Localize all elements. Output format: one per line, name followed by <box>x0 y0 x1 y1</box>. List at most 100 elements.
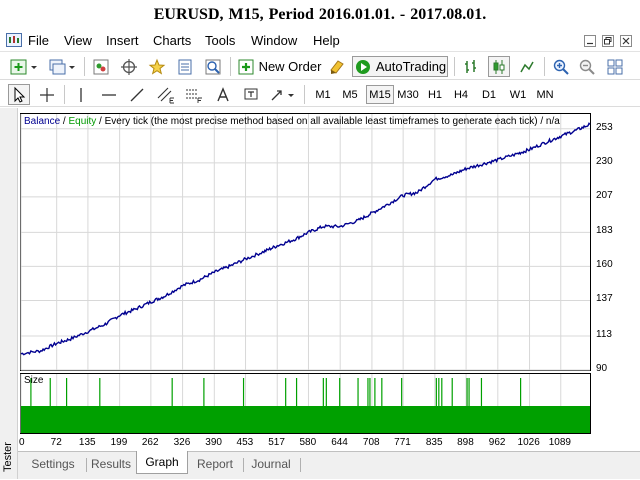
profiles-icon <box>49 59 75 74</box>
x-tick-label-13: 835 <box>425 437 443 448</box>
new-order-icon <box>238 59 254 74</box>
legend-balance: Balance <box>24 116 61 127</box>
size-pane-label: Size <box>24 375 44 386</box>
strategy-tester-button[interactable] <box>202 56 224 77</box>
x-tick-label-2: 135 <box>78 437 96 448</box>
y-tick-label-5: 137 <box>596 293 613 305</box>
channel-icon <box>157 87 174 103</box>
horizontal-line-icon <box>102 93 116 96</box>
text-label-button[interactable] <box>240 84 262 105</box>
crosshair-button[interactable] <box>36 84 58 105</box>
new-order-label: New Order <box>258 59 322 74</box>
size-chart-pane <box>20 373 591 434</box>
cursor-arrow-icon <box>14 86 26 103</box>
crosshair-icon <box>40 87 54 102</box>
restore-icon[interactable] <box>602 35 614 47</box>
fibonacci-button[interactable] <box>182 84 206 105</box>
zoom-in-button[interactable] <box>550 56 572 77</box>
market-watch-icon <box>93 59 109 74</box>
star-icon <box>148 58 166 75</box>
toolbar-separator <box>544 57 545 76</box>
menu-help[interactable]: Help <box>313 33 340 48</box>
menu-window[interactable]: Window <box>251 33 297 48</box>
autotrading-button[interactable]: AutoTrading <box>352 56 448 77</box>
menu-file[interactable]: File <box>28 33 49 48</box>
zoom-out-button[interactable] <box>576 56 598 77</box>
menu-view[interactable]: View <box>64 33 92 48</box>
x-tick-label-5: 326 <box>173 437 191 448</box>
toolbar-separator <box>64 85 65 104</box>
vertical-line-icon <box>80 87 82 102</box>
tab-graph[interactable]: Graph <box>136 451 188 474</box>
candlestick-button[interactable] <box>488 56 510 77</box>
toolbar-separator <box>230 57 231 76</box>
tester-panel-strip <box>0 108 18 479</box>
y-tick-label-6: 113 <box>596 328 612 340</box>
tester-panel-label[interactable]: Tester <box>1 436 17 476</box>
navigator-button[interactable] <box>118 56 140 77</box>
equidistant-channel-button[interactable] <box>154 84 178 105</box>
editor-icon <box>330 59 344 74</box>
tile-windows-icon <box>607 59 623 74</box>
x-tick-label-16: 1026 <box>517 437 540 448</box>
minimize-icon[interactable] <box>584 35 596 47</box>
tab-journal[interactable]: Journal <box>246 454 296 474</box>
timeframe-h1[interactable]: H1 <box>424 85 446 104</box>
timeframe-d1[interactable]: D1 <box>478 85 500 104</box>
x-tick-label-17: 1089 <box>548 437 571 448</box>
x-tick-label-4: 262 <box>141 437 159 448</box>
line-chart-button[interactable] <box>516 56 538 77</box>
tester-label-text: Tester <box>2 442 14 472</box>
tab-results[interactable]: Results <box>88 454 134 474</box>
x-tick-label-12: 771 <box>394 437 411 448</box>
x-tick-label-7: 453 <box>236 437 254 448</box>
text-button[interactable] <box>212 84 234 105</box>
timeframe-h4[interactable]: H4 <box>450 85 472 104</box>
timeframe-m1[interactable]: M1 <box>312 85 334 104</box>
favorites-button[interactable] <box>146 56 168 77</box>
standard-toolbar: New Order AutoTrading <box>0 53 640 80</box>
close-icon[interactable] <box>620 35 632 47</box>
menu-charts[interactable]: Charts <box>153 33 191 48</box>
market-watch-button[interactable] <box>90 56 112 77</box>
trendline-icon <box>130 88 144 101</box>
legend-description: / Every tick (the most precise method ba… <box>96 116 560 127</box>
profiles-button[interactable] <box>46 56 78 77</box>
chart-legend: Balance / Equity / Every tick (the most … <box>24 116 560 127</box>
data-window-button[interactable] <box>174 56 196 77</box>
trendline-button[interactable] <box>126 84 148 105</box>
arrows-icon <box>271 89 294 100</box>
cursor-button[interactable] <box>8 84 30 105</box>
x-tick-label-9: 580 <box>299 437 317 448</box>
horizontal-line-button[interactable] <box>98 84 120 105</box>
bar-chart-button[interactable] <box>460 56 482 77</box>
app-icon[interactable] <box>6 33 22 47</box>
text-label-icon <box>244 88 258 99</box>
metaeditor-button[interactable] <box>326 56 348 77</box>
tab-settings[interactable]: Settings <box>22 454 84 474</box>
fibonacci-icon <box>186 89 202 103</box>
menu-tools[interactable]: Tools <box>205 33 235 48</box>
timeframe-w1[interactable]: W1 <box>506 85 530 104</box>
timeframe-m5[interactable]: M5 <box>338 85 362 104</box>
new-chart-button[interactable] <box>8 56 40 77</box>
menu-insert[interactable]: Insert <box>106 33 139 48</box>
line-chart-icon <box>520 61 534 72</box>
x-tick-label-3: 199 <box>110 437 128 448</box>
y-tick-label-4: 160 <box>596 259 613 271</box>
timeframe-m30[interactable]: M30 <box>394 85 422 104</box>
toolbar-separator <box>454 57 455 76</box>
window-title: EURUSD, M15, Period 2016.01.01. - 2017.0… <box>0 0 640 30</box>
arrows-dropdown-button[interactable] <box>268 84 298 105</box>
timeframe-m15[interactable]: M15 <box>366 85 394 104</box>
y-tick-label-0: 253 <box>596 121 613 133</box>
x-tick-label-0: 0 <box>19 437 25 448</box>
new-order-button[interactable]: New Order <box>236 56 322 77</box>
y-tick-label-1: 230 <box>596 155 613 167</box>
tab-separator <box>86 458 87 472</box>
tab-report[interactable]: Report <box>190 454 240 474</box>
tile-windows-button[interactable] <box>604 56 626 77</box>
timeframe-mn[interactable]: MN <box>533 85 557 104</box>
zoom-out-icon <box>579 59 595 75</box>
vertical-line-button[interactable] <box>70 84 92 105</box>
